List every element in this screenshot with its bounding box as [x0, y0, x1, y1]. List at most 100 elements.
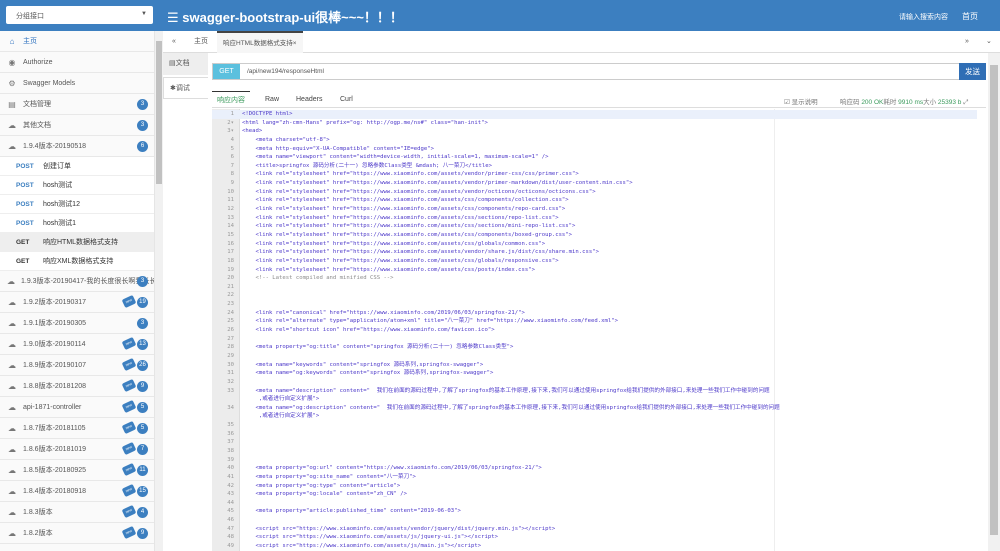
tab-headers[interactable]: Headers: [296, 91, 322, 108]
count-badge: 19: [137, 297, 148, 308]
tab-curl[interactable]: Curl: [340, 91, 353, 108]
code-text: <link rel="stylesheet" href="https://www…: [242, 231, 573, 238]
sidebar-item[interactable]: ◉ Authorize: [0, 52, 154, 73]
main-scrollbar[interactable]: [988, 53, 1000, 551]
sidebar-item[interactable]: ⚙ Swagger Models: [0, 73, 154, 94]
code-line: 40 <meta property="og:url" content="http…: [212, 464, 977, 473]
api-item[interactable]: POST hosh测试: [0, 176, 154, 195]
cloud-icon: ☁: [8, 360, 16, 370]
tab-document[interactable]: ▤文档: [163, 53, 208, 75]
group-label: 1.9.3版本-20190417-我的长度很长啊我长长: [21, 278, 155, 285]
api-item[interactable]: GET 响应XML数据格式支持: [0, 252, 154, 271]
fullscreen-icon[interactable]: ⤢: [963, 99, 968, 106]
url-input[interactable]: /api/new194/responseHtml: [247, 68, 324, 75]
sidebar-group[interactable]: ☁ 1.8.2版本 new 9: [0, 523, 154, 544]
code-text: <meta property="og:site_name" content="八…: [242, 473, 416, 480]
send-button[interactable]: 发送: [959, 63, 986, 80]
sidebar-group[interactable]: ☁ 1.8.6版本-20181019 new 7: [0, 439, 154, 460]
new-tag-icon: new: [121, 525, 137, 540]
line-number: 27: [227, 335, 234, 342]
line-number: 35: [227, 422, 234, 429]
group-select-value: 分组接口: [16, 13, 44, 20]
home-icon: ⌂: [9, 36, 15, 46]
code-line: 26 <link rel="shortcut icon" href="https…: [212, 326, 977, 335]
code-text: <title>springfox 源码分析(二十一) 忽略参数Class类型 &…: [242, 162, 493, 169]
show-description-checkbox[interactable]: ☑ 显示说明: [784, 96, 818, 106]
sidebar-group[interactable]: ☁ 1.9.2版本-20190317 new 19: [0, 292, 154, 313]
count-badge: 3: [137, 276, 148, 287]
code-lines: 1 <!DOCTYPE html> 2▾ <html lang="zh-cmn-Han…: [212, 110, 977, 551]
sidebar-group[interactable]: ☁ 1.9.3版本-20190417-我的长度很长啊我长长 3: [0, 271, 154, 292]
scrollbar-thumb[interactable]: [990, 65, 998, 535]
code-line: 41 <meta property="og:site_name" content…: [212, 473, 977, 482]
code-line: 2▾ <html lang="zh-cmn-Hans" prefix="og: h…: [212, 119, 977, 128]
code-line: 3▾ <head>: [212, 127, 977, 136]
sidebar-item[interactable]: ▤ 文档管理 3: [0, 94, 154, 115]
sidebar-group[interactable]: ☁ 1.8.8版本-20181208 new 9: [0, 376, 154, 397]
tab-debug[interactable]: ✱调试: [163, 77, 208, 99]
code-line: 42 <meta property="og:type" content="art…: [212, 482, 977, 491]
code-text: <!DOCTYPE html>: [242, 111, 293, 117]
code-editor[interactable]: 1 <!DOCTYPE html> 2▾ <html lang="zh-cmn-Han…: [212, 109, 977, 551]
api-label: 创建订单: [43, 163, 71, 170]
sidebar: ⌂ 主页 ◉ Authorize ⚙ Swagger Models ▤ 文档管理 3 ☁ 其他文档 3…: [0, 31, 155, 551]
line-number: 12: [227, 206, 234, 213]
line-number: 45: [227, 508, 234, 515]
code-text: <link rel="stylesheet" href="https://www…: [242, 171, 579, 178]
tab-raw[interactable]: Raw: [265, 91, 279, 108]
code-line: 39: [212, 456, 977, 465]
sidebar-item[interactable]: ⌂ 主页: [0, 31, 154, 52]
sidebar-group[interactable]: ☁ api-1871-controller new 5: [0, 397, 154, 418]
group-select[interactable]: 分组接口 ▼: [6, 6, 153, 24]
api-item[interactable]: POST hosh测试12: [0, 195, 154, 214]
sidebar-scrollbar[interactable]: [155, 31, 163, 551]
code-text: <link rel="stylesheet" href="https://www…: [242, 257, 559, 264]
tabs-next-button[interactable]: »: [965, 31, 969, 53]
code-line: 37: [212, 438, 977, 447]
tabs-menu-button[interactable]: ⌄: [986, 31, 992, 53]
count-badge: 26: [137, 360, 148, 371]
home-link[interactable]: 首页: [962, 11, 978, 22]
code-line: 38: [212, 447, 977, 456]
search-input[interactable]: 请输入搜索内容: [899, 12, 948, 22]
api-item[interactable]: GET 响应HTML数据格式支持: [0, 233, 154, 252]
sidebar-item-label: Swagger Models: [23, 79, 76, 87]
code-line: 27: [212, 335, 977, 344]
code-line: 22: [212, 291, 977, 300]
sidebar-item[interactable]: ☁ 1.9.4版本-20190518 6: [0, 136, 154, 157]
method-label: POST: [16, 200, 34, 208]
line-number: 47: [227, 525, 234, 532]
code-text: <meta http-equiv="X-UA-Compatible" conte…: [242, 145, 434, 152]
line-number: 4: [230, 136, 234, 143]
scrollbar-thumb[interactable]: [156, 41, 162, 184]
tab-response-html[interactable]: 响应HTML数据格式支持×: [217, 31, 303, 53]
sidebar-group[interactable]: ☁ 1.8.9版本-20190107 new 26: [0, 355, 154, 376]
code-text: <meta charset="utf-8">: [242, 136, 330, 143]
count-badge: 4: [137, 507, 148, 518]
sidebar-group[interactable]: ☁ 1.8.3版本 new 4: [0, 502, 154, 523]
tab-home[interactable]: 主页: [194, 31, 208, 53]
cloud-icon: ☁: [8, 318, 16, 328]
line-number: 31: [227, 370, 234, 377]
tab-response-content[interactable]: 响应内容: [212, 91, 250, 108]
code-line: 47 <script src="https://www.xiaominfo.co…: [212, 525, 977, 534]
gear-icon: ⚙: [8, 78, 16, 88]
sidebar-group[interactable]: ☁ 1.8.4版本-20180918 new 15: [0, 481, 154, 502]
cloud-icon: ☁: [8, 507, 16, 517]
line-number: 11: [227, 197, 234, 204]
sidebar-item[interactable]: ☁ 其他文档 3: [0, 115, 154, 136]
tabs-prev-button[interactable]: «: [172, 31, 176, 53]
doc-debug-nav: ▤文档 ✱调试: [163, 53, 208, 551]
api-item[interactable]: POST 创建订单: [0, 157, 154, 176]
sidebar-group[interactable]: ☁ 1.8.5版本-20180925 new 11: [0, 460, 154, 481]
new-tag-icon: new: [121, 504, 137, 519]
code-line: 45 <meta property="article:published_tim…: [212, 507, 977, 516]
code-line: 19 <link rel="stylesheet" href="https://…: [212, 266, 977, 275]
api-item[interactable]: POST hosh测试1: [0, 214, 154, 233]
line-number: 24: [227, 309, 234, 316]
sidebar-group[interactable]: ☁ 1.9.0版本-20190114 new 13: [0, 334, 154, 355]
sidebar-group[interactable]: ☁ 1.9.1版本-20190305 3: [0, 313, 154, 334]
sidebar-group[interactable]: ☁ 1.8.7版本-20181105 new 5: [0, 418, 154, 439]
new-tag-icon: new: [121, 420, 137, 435]
code-text: ,或者进行自定义扩展">: [242, 396, 320, 403]
